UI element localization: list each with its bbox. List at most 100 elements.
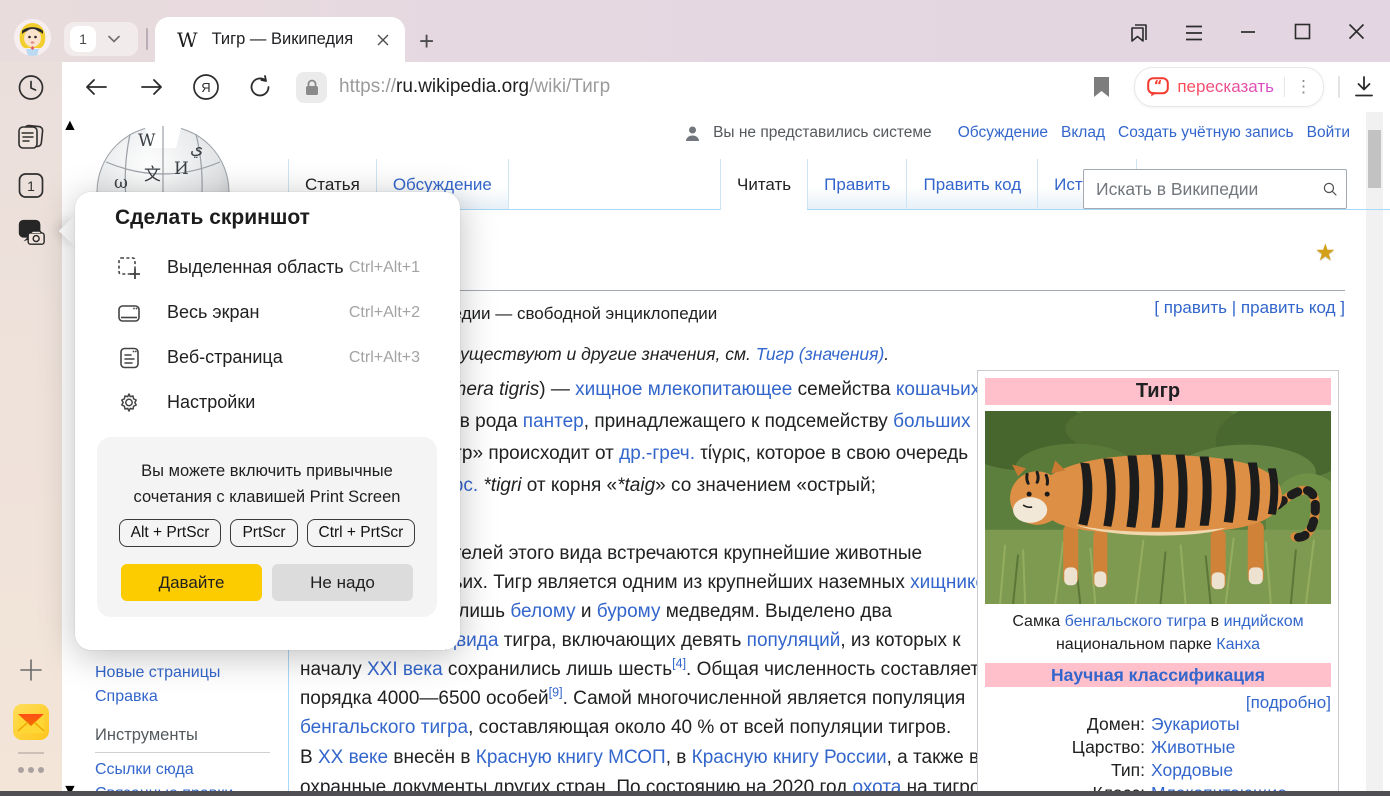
tab-number-icon[interactable]: 1 xyxy=(16,172,46,199)
reload-icon[interactable] xyxy=(248,75,272,99)
back-icon[interactable] xyxy=(84,78,108,96)
featured-star-icon[interactable]: ★ xyxy=(1315,239,1336,266)
chrome-divider xyxy=(146,28,148,50)
address-bar[interactable]: https://ru.wikipedia.org/wiki/Тигр xyxy=(339,76,610,98)
tab-close-icon[interactable] xyxy=(377,34,389,46)
personal-link[interactable]: Обсуждение xyxy=(958,124,1048,141)
wikipedia-favicon: W xyxy=(177,28,198,52)
scroll-up-arrow[interactable]: ▲ xyxy=(62,117,78,135)
tiger-image xyxy=(985,411,1331,604)
retell-menu-icon[interactable]: ⋮ xyxy=(1295,77,1313,97)
shortcut-chip[interactable]: Alt + PrtScr xyxy=(119,519,222,547)
site-security-chip[interactable] xyxy=(296,72,327,103)
hint-text: сочетания с клавишей Print Screen xyxy=(97,484,437,510)
chevron-down-icon[interactable] xyxy=(108,35,120,43)
menu-item-label: Настройки xyxy=(167,392,255,413)
search-input[interactable] xyxy=(1094,178,1323,201)
maximize-icon[interactable] xyxy=(1294,23,1311,40)
tiger-photo[interactable] xyxy=(985,411,1331,604)
profile-avatar[interactable] xyxy=(14,19,51,56)
sidebar-link[interactable]: Новые страницы xyxy=(95,661,220,685)
svg-text:“: “ xyxy=(1154,79,1163,94)
search-icon[interactable] xyxy=(1323,179,1337,199)
minimize-icon[interactable] xyxy=(1240,30,1256,34)
collections-icon[interactable] xyxy=(16,124,46,151)
history-icon[interactable] xyxy=(16,74,46,101)
sidebar-link[interactable]: Ссылки сюда xyxy=(95,758,233,782)
add-panel-icon[interactable] xyxy=(16,658,46,682)
new-tab-button[interactable]: + xyxy=(419,26,434,57)
close-window-icon[interactable] xyxy=(1348,23,1365,40)
classification-header-link[interactable]: Научная классификация xyxy=(985,663,1331,687)
alice-avatar-icon xyxy=(14,19,51,56)
sidebar-link[interactable]: Справка xyxy=(95,685,220,709)
shortcut-chip[interactable]: PrtScr xyxy=(230,519,297,547)
rank-label: Царство: xyxy=(985,736,1145,759)
rank-value-link[interactable]: Эукариоты xyxy=(1151,713,1240,736)
personal-link[interactable]: Вклад xyxy=(1061,124,1105,141)
active-tab[interactable]: W Тигр — Википедия xyxy=(155,17,405,62)
menu-icon[interactable] xyxy=(1184,24,1204,42)
window-bottom-edge xyxy=(0,791,1390,796)
screen-icon xyxy=(117,301,141,325)
wiki-search-box[interactable] xyxy=(1083,169,1347,209)
svg-text:Я: Я xyxy=(201,80,210,95)
menu-item-selected-area[interactable]: Выделенная область Ctrl+Alt+1 xyxy=(75,245,460,290)
menu-item-label: Весь экран xyxy=(167,302,259,323)
tools-heading: Инструменты xyxy=(95,726,270,753)
tab-counter[interactable]: 1 xyxy=(70,26,96,52)
sidebar-nav-links: Новые страницыСправка xyxy=(95,661,220,709)
rank-value-link[interactable]: Животные xyxy=(1151,736,1235,759)
menu-item-settings[interactable]: Настройки xyxy=(75,380,460,425)
rail-divider xyxy=(18,752,44,754)
tab-read[interactable]: Читать xyxy=(720,159,807,210)
webpage-icon xyxy=(117,346,141,370)
details-link[interactable]: [подробно] xyxy=(985,693,1331,713)
more-options-icon[interactable] xyxy=(16,766,46,774)
taxobox-title: Тигр xyxy=(985,378,1331,405)
hint-text: Вы можете включить привычные xyxy=(97,458,437,484)
classification-row: Царство: Животные xyxy=(985,736,1331,759)
panel-bookmark-icon[interactable] xyxy=(1128,22,1150,44)
downloads-icon[interactable] xyxy=(1354,76,1374,98)
url-path: /wiki/Тигр xyxy=(529,76,610,97)
personal-link[interactable]: Войти xyxy=(1307,124,1350,141)
retell-divider xyxy=(1284,77,1285,97)
forward-icon[interactable] xyxy=(140,78,164,96)
menu-item-full-screen[interactable]: Весь экран Ctrl+Alt+2 xyxy=(75,290,460,335)
url-scheme: https:// xyxy=(339,76,396,97)
image-caption: Самка бенгальского тигра в индийскомнаци… xyxy=(985,610,1331,656)
menu-item-label: Выделенная область xyxy=(167,257,344,278)
yandex-mail-icon[interactable] xyxy=(13,704,49,740)
bookmark-icon[interactable] xyxy=(1093,76,1110,98)
tab-title: Тигр — Википедия xyxy=(212,30,354,49)
personal-link[interactable]: Создать учётную запись xyxy=(1118,124,1294,141)
rank-label: Домен: xyxy=(985,713,1145,736)
accept-button[interactable]: Давайте xyxy=(121,564,262,601)
scrollbar-thumb[interactable] xyxy=(1368,130,1381,188)
decline-button[interactable]: Не надо xyxy=(272,564,413,601)
printscreen-hint-card: Вы можете включить привычные сочетания с… xyxy=(97,437,437,617)
page-scrollbar[interactable] xyxy=(1366,112,1383,796)
svg-text:ω: ω xyxy=(114,173,128,193)
section-edit-links[interactable]: [ править | править код ] xyxy=(1154,298,1345,318)
popup-title: Сделать скриншот xyxy=(115,206,310,230)
tab-group-pill[interactable]: 1 xyxy=(64,22,138,56)
menu-item-shortcut: Ctrl+Alt+1 xyxy=(349,259,420,277)
screenshot-tool-icon[interactable] xyxy=(16,216,46,248)
menu-item-shortcut: Ctrl+Alt+2 xyxy=(349,304,420,322)
menu-item-label: Веб-страница xyxy=(167,347,283,368)
svg-text:ي: ي xyxy=(190,139,203,159)
svg-text:И: И xyxy=(174,159,189,179)
quote-bubble-icon: “ xyxy=(1147,77,1169,97)
yandex-search-icon[interactable]: Я xyxy=(192,73,220,101)
classification-rows: Домен: Эукариоты Царство: Животные Тип: … xyxy=(985,713,1331,796)
classification-row: Тип: Хордовые xyxy=(985,759,1331,782)
retell-button[interactable]: “ пересказать ⋮ xyxy=(1134,67,1324,107)
tab-edit-source[interactable]: Править код xyxy=(906,159,1037,210)
menu-item-web-page[interactable]: Веб-страница Ctrl+Alt+3 xyxy=(75,335,460,380)
rank-value-link[interactable]: Хордовые xyxy=(1151,759,1233,782)
tab-edit[interactable]: Править xyxy=(807,159,906,210)
menu-item-shortcut: Ctrl+Alt+3 xyxy=(349,349,420,367)
shortcut-chip[interactable]: Ctrl + PrtScr xyxy=(307,519,416,547)
